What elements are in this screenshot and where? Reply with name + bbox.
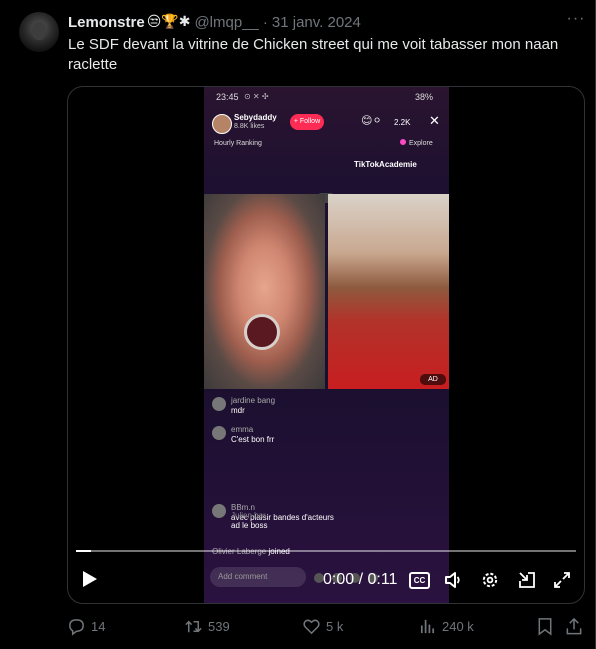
separator-dot: · (262, 13, 268, 31)
fullscreen-icon[interactable] (552, 570, 572, 590)
brand-label: TikTokAcademie (354, 160, 417, 169)
captions-icon[interactable]: CC (409, 572, 430, 589)
repost-count: 539 (208, 618, 230, 634)
video-progress-bar[interactable] (76, 550, 576, 552)
views-chart-icon (420, 619, 435, 633)
video-timecode: 0:00 / 0:11 (323, 571, 398, 588)
video-progress-fill (76, 550, 91, 552)
right-camera-feed: AD (328, 194, 449, 389)
like-button[interactable]: 5 k (302, 616, 343, 636)
add-comment-field: Add comment (210, 567, 306, 587)
share-button[interactable] (565, 616, 588, 636)
tweet-text: Le SDF devant la vitrine de Chicken stre… (68, 36, 559, 73)
tweet: Lemonstre 😒🏆✱ @lmqp__ · 31 janv. 2024 ··… (0, 0, 596, 649)
reply-count: 14 (91, 618, 106, 634)
comment-user: emma (231, 425, 254, 434)
left-camera-feed (204, 194, 325, 389)
comment-message: C'est bon frr (231, 435, 275, 444)
live-close-icon: ✕ (429, 113, 440, 128)
comment-avatar (212, 426, 226, 440)
follow-badge: + Follow (290, 114, 324, 130)
explore-label: Explore (400, 139, 433, 147)
viewer-count: 2.2K (394, 118, 411, 127)
reply-button[interactable]: 14 (67, 616, 105, 636)
repost-button[interactable]: 539 (184, 616, 230, 636)
pip-icon[interactable] (517, 570, 537, 590)
play-icon[interactable] (82, 570, 98, 588)
viewer-avatars-icon: 😊⚪ (361, 115, 382, 127)
comment-user: Julien bar (231, 511, 266, 520)
phone-time: 23:45 (216, 92, 239, 102)
repost-icon (185, 620, 202, 632)
volume-icon[interactable] (443, 570, 463, 590)
author-name[interactable]: Lemonstre (68, 14, 145, 31)
host-avatar (212, 114, 232, 134)
author-emojis: 😒🏆✱ (146, 14, 191, 30)
like-count: 5 k (326, 618, 344, 634)
bookmark-button[interactable] (536, 616, 559, 636)
comment-avatar (212, 397, 226, 411)
hourly-ranking: Hourly Ranking (214, 140, 262, 147)
tweet-actions: 14 539 5 k 240 k (67, 616, 585, 636)
ad-badge: AD (420, 374, 446, 385)
tweet-header: Lemonstre 😒🏆✱ @lmqp__ · 31 janv. 2024 (68, 12, 361, 32)
share-icon (566, 617, 582, 634)
author-handle[interactable]: @lmqp__ (194, 14, 258, 31)
host-name: Sebydaddy (234, 113, 277, 122)
comment-message: ad le boss (231, 521, 268, 530)
video-player[interactable]: 23:45 ⊙ ✕ ✣ 38% Sebydaddy 8.8K likes + F… (67, 86, 585, 604)
heart-icon (303, 619, 320, 634)
open-mouth (244, 314, 280, 350)
views-button[interactable]: 240 k (418, 616, 474, 636)
comment-user: jardine bang (231, 396, 276, 405)
views-count: 240 k (442, 618, 474, 634)
phone-status-icons: ⊙ ✕ ✣ (244, 92, 269, 101)
host-likes: 8.8K likes (234, 123, 265, 130)
reply-icon (69, 618, 84, 636)
tweet-date[interactable]: 31 janv. 2024 (272, 14, 361, 31)
phone-battery: 38% (414, 92, 433, 102)
video-frame: 23:45 ⊙ ✕ ✣ 38% Sebydaddy 8.8K likes + F… (204, 87, 449, 603)
bookmark-icon (538, 617, 552, 636)
phone-status-bar: 23:45 ⊙ ✕ ✣ 38% (204, 92, 449, 104)
more-options-icon[interactable]: ··· (566, 11, 586, 32)
comment-avatar (212, 504, 226, 518)
comment-message: mdr (231, 406, 245, 415)
author-avatar[interactable] (19, 12, 59, 52)
settings-gear-icon[interactable] (480, 570, 500, 590)
